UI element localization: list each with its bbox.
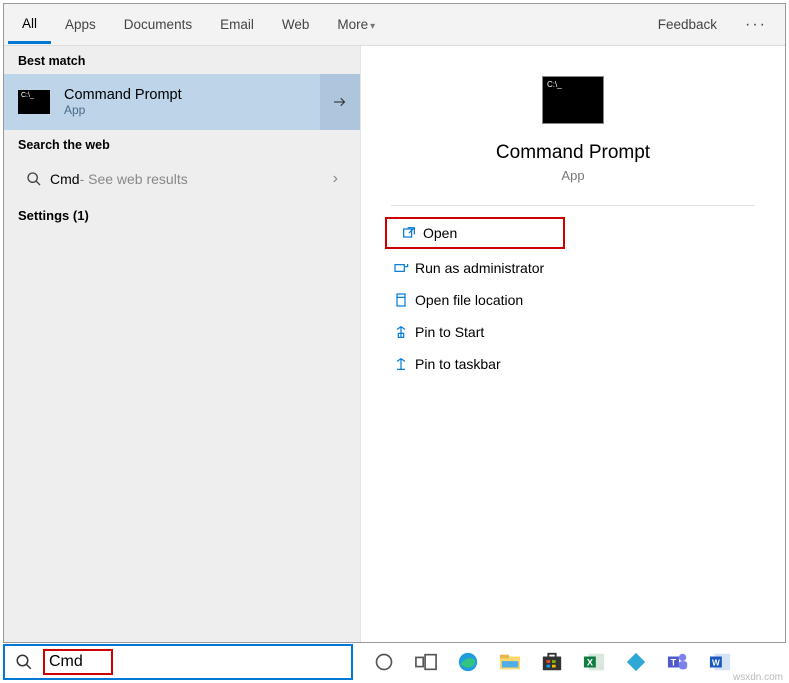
- tab-web[interactable]: Web: [268, 7, 324, 42]
- word-icon[interactable]: W: [707, 649, 733, 675]
- tab-email[interactable]: Email: [206, 7, 268, 42]
- svg-text:W: W: [712, 659, 720, 668]
- filter-tabs: All Apps Documents Email Web More▾ Feedb…: [4, 4, 785, 46]
- result-title: Command Prompt: [64, 87, 182, 103]
- settings-results[interactable]: Settings (1): [4, 200, 360, 231]
- action-open-location[interactable]: Open file location: [361, 284, 785, 316]
- feedback-link[interactable]: Feedback: [644, 17, 731, 32]
- web-query: Cmd: [50, 171, 80, 187]
- search-icon: [18, 171, 50, 187]
- pin-taskbar-icon: [387, 356, 415, 372]
- excel-icon[interactable]: X: [581, 649, 607, 675]
- best-match-result[interactable]: C:\_ Command Prompt App: [4, 74, 360, 130]
- search-web-header: Search the web: [4, 130, 360, 158]
- command-prompt-icon: C:\_: [18, 90, 50, 114]
- action-run-admin[interactable]: Run as administrator: [361, 252, 785, 284]
- web-hint: - See web results: [80, 171, 188, 187]
- action-label: Run as administrator: [415, 260, 544, 276]
- kodi-icon[interactable]: [623, 649, 649, 675]
- tab-apps[interactable]: Apps: [51, 7, 110, 42]
- more-options-button[interactable]: ···: [731, 16, 781, 34]
- search-input[interactable]: Cmd: [3, 644, 353, 680]
- action-label: Open: [423, 225, 457, 241]
- teams-icon[interactable]: T: [665, 649, 691, 675]
- pin-start-icon: [387, 324, 415, 340]
- chevron-down-icon: ▾: [370, 21, 375, 32]
- web-search-result[interactable]: Cmd - See web results ›: [4, 158, 360, 200]
- admin-icon: [387, 260, 415, 276]
- task-view-icon[interactable]: [413, 649, 439, 675]
- search-value: Cmd: [43, 649, 113, 675]
- open-icon: [395, 225, 423, 241]
- file-explorer-icon[interactable]: [497, 649, 523, 675]
- search-window: All Apps Documents Email Web More▾ Feedb…: [3, 3, 786, 643]
- expand-arrow-icon[interactable]: [320, 74, 360, 130]
- microsoft-store-icon[interactable]: [539, 649, 565, 675]
- tab-documents[interactable]: Documents: [110, 7, 206, 42]
- watermark: wsxdn.com: [733, 672, 783, 683]
- preview-title: Command Prompt: [496, 142, 650, 164]
- action-label: Pin to taskbar: [415, 356, 501, 372]
- taskbar-icons: X T W: [353, 649, 786, 675]
- action-label: Open file location: [415, 292, 523, 308]
- preview-subtitle: App: [561, 168, 584, 183]
- cortana-icon[interactable]: [371, 649, 397, 675]
- search-icon: [15, 653, 33, 671]
- svg-text:X: X: [587, 658, 594, 668]
- tab-all[interactable]: All: [8, 6, 51, 44]
- action-pin-start[interactable]: Pin to Start: [361, 316, 785, 348]
- action-label: Pin to Start: [415, 324, 484, 340]
- action-open[interactable]: Open: [385, 217, 565, 249]
- results-pane: Best match C:\_ Command Prompt App Searc…: [4, 46, 360, 642]
- svg-text:T: T: [671, 658, 677, 668]
- taskbar: Cmd X T W: [3, 643, 786, 681]
- action-pin-taskbar[interactable]: Pin to taskbar: [361, 348, 785, 380]
- command-prompt-large-icon: C:\_: [542, 76, 604, 124]
- best-match-header: Best match: [4, 46, 360, 74]
- folder-icon: [387, 292, 415, 308]
- edge-icon[interactable]: [455, 649, 481, 675]
- preview-pane: C:\_ Command Prompt App Open Run as admi…: [360, 46, 785, 642]
- divider: [391, 205, 756, 206]
- result-subtitle: App: [64, 103, 182, 117]
- tab-more[interactable]: More▾: [323, 7, 389, 42]
- action-list: Open Run as administrator Open file loca…: [361, 214, 785, 380]
- chevron-right-icon: ›: [333, 170, 346, 188]
